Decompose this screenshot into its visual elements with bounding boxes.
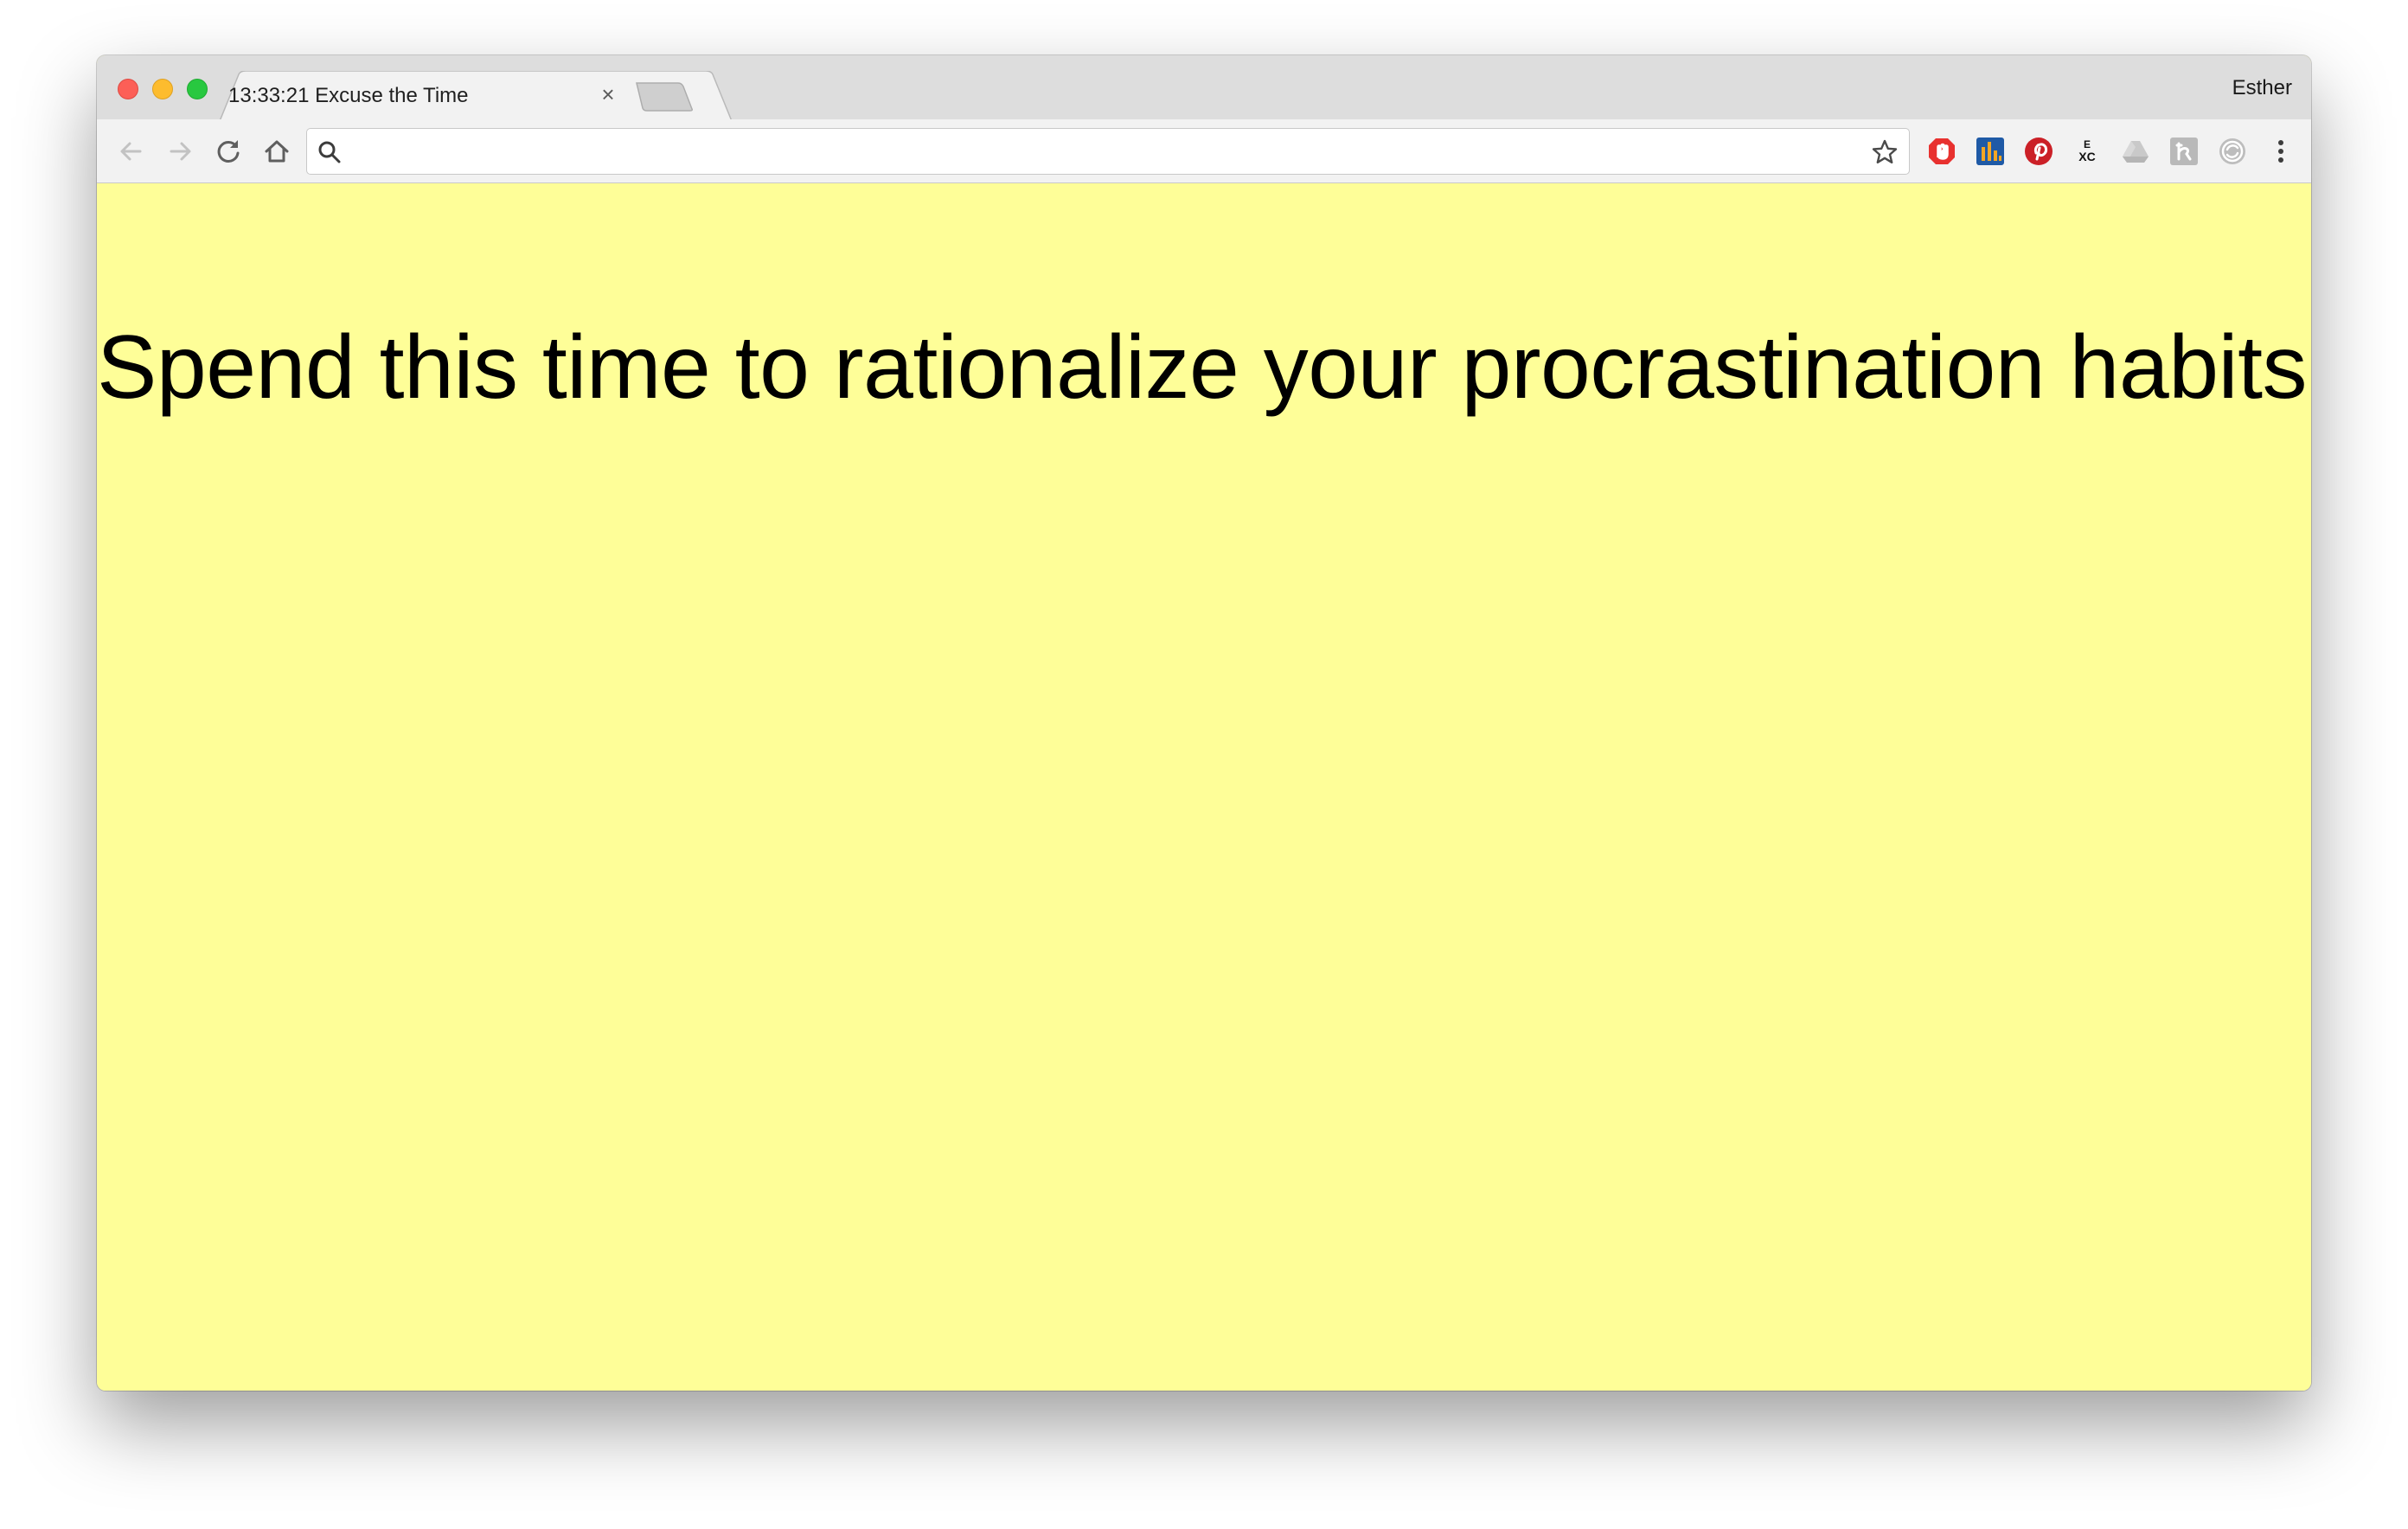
browser-toolbar: E XC (97, 119, 2311, 183)
page-headline: Spend this time to rationalize your proc… (97, 317, 2311, 418)
maximize-window-button[interactable] (187, 79, 208, 99)
back-icon[interactable] (114, 134, 149, 169)
forward-icon[interactable] (163, 134, 197, 169)
exc-extension-top-label: E (2084, 138, 2091, 150)
menu-icon[interactable] (2266, 137, 2296, 166)
tab-title: 13:33:21 Excuse the Time (228, 84, 469, 107)
address-input[interactable] (354, 136, 1845, 169)
hk-extension-icon[interactable] (2169, 137, 2199, 166)
home-icon[interactable] (259, 134, 294, 169)
browser-window: 13:33:21 Excuse the Time × Esther E XC S… (97, 55, 2311, 1391)
minimize-window-button[interactable] (152, 79, 173, 99)
new-tab-button[interactable] (633, 81, 694, 117)
profile-name[interactable]: Esther (2232, 76, 2292, 100)
page-content: Spend this time to rationalize your proc… (97, 183, 2311, 1391)
close-window-button[interactable] (118, 79, 138, 99)
adblock-extension-icon[interactable] (1927, 137, 1956, 166)
reload-icon[interactable] (211, 134, 246, 169)
drive-extension-icon[interactable] (2121, 137, 2150, 166)
pinterest-extension-icon[interactable] (2024, 137, 2053, 166)
title-bar: 13:33:21 Excuse the Time × Esther (97, 55, 2311, 121)
analytics-extension-icon[interactable] (1976, 137, 2005, 166)
sync-extension-icon[interactable] (2218, 137, 2247, 166)
search-icon (317, 140, 342, 169)
exc-extension-bottom-label: XC (2078, 150, 2095, 163)
close-tab-button[interactable]: × (595, 81, 621, 107)
star-icon[interactable] (1871, 138, 1899, 170)
address-bar[interactable] (306, 128, 1910, 175)
exc-extension-icon[interactable]: E XC (2072, 137, 2102, 166)
